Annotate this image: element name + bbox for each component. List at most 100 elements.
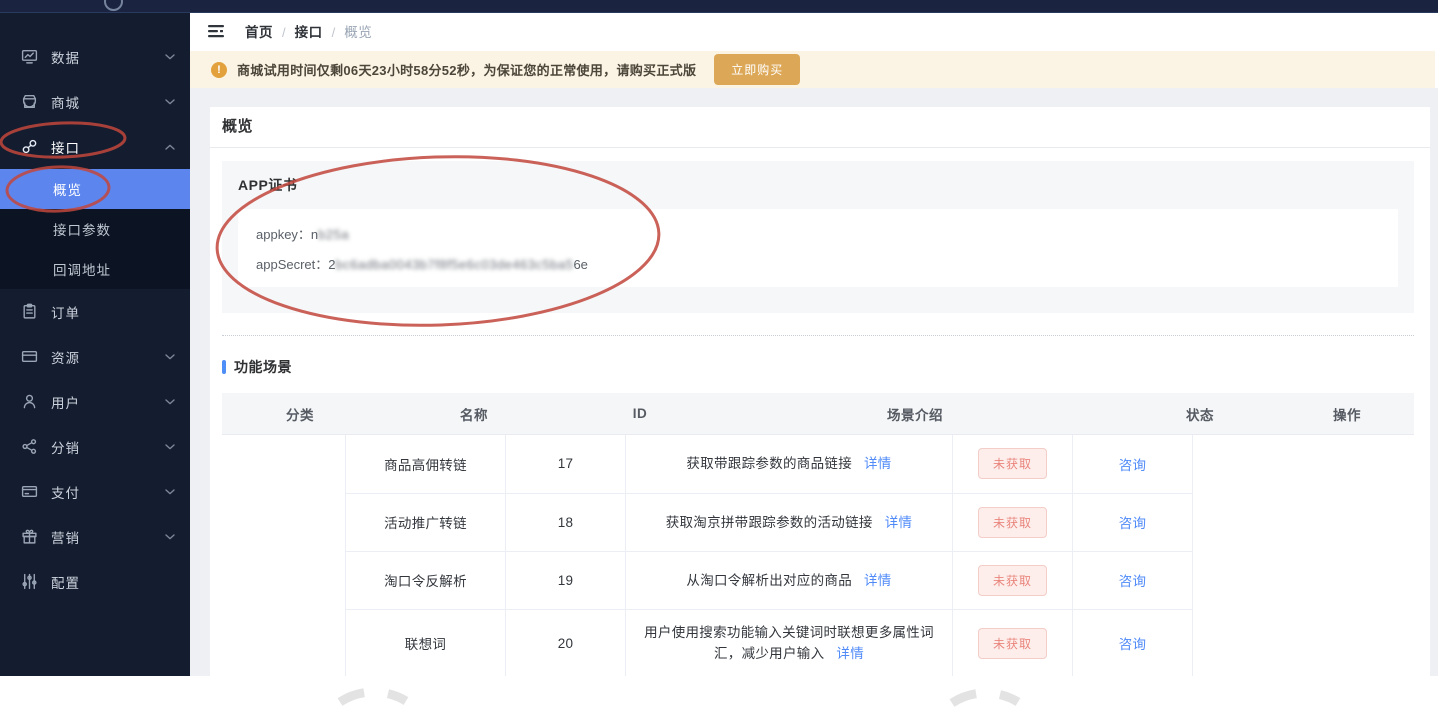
- creditcard-icon: [21, 483, 38, 500]
- chevron-down-icon: [165, 533, 175, 540]
- appsecret-value-masked: bc6adba0043b7f8f5e6c03de463c5ba5: [335, 257, 574, 272]
- scenes-table: 分类 名称 ID 场景介绍 状态 操作 商品高佣转链 17 获取带跟踪参数的商品链接 详情 …: [222, 393, 1414, 676]
- appsecret-prefix: 2: [328, 257, 336, 272]
- overview-card: 概览 APP证书 appkey：nb25a appSecret：2bc6adba…: [210, 107, 1430, 676]
- app-cert-box: appkey：nb25a appSecret：2bc6adba0043b7f8f…: [238, 209, 1398, 287]
- scene-table-row: 联想词 20 用户使用搜索功能输入关键词时联想更多属性词汇，减少用户输入 详情 未…: [345, 608, 1193, 676]
- sidebar-item[interactable]: 分销: [0, 424, 190, 469]
- sidebar-nav: 数据 商城 接口概览 接口参数 回调地址 订单 资源 用户 分销 支付 营销 配置: [0, 12, 190, 676]
- scene-status-cell: 未获取: [952, 550, 1073, 610]
- sidebar-collapse-icon[interactable]: [208, 24, 225, 38]
- chevron-down-icon: [165, 353, 175, 360]
- sidebar-item[interactable]: 订单: [0, 289, 190, 334]
- sidebar-subitem-active[interactable]: 概览: [0, 169, 190, 209]
- app-root: 数据 商城 接口 概览 接口参数 回调地址 订单 资源 用户 分销 支付 营销 配置: [0, 0, 1438, 720]
- detail-link[interactable]: 详情: [885, 515, 913, 530]
- scene-desc-text: 用户使用搜索功能输入关键词时联想更多属性词汇，减少用户输入: [644, 625, 934, 661]
- page-content: 概览 APP证书 appkey：nb25a appSecret：2bc6adba…: [190, 88, 1438, 676]
- sidebar-item[interactable]: 营销: [0, 514, 190, 559]
- sidebar-item-label: 分销: [51, 440, 80, 456]
- consult-link[interactable]: 咨询: [1119, 458, 1147, 473]
- scene-desc-text: 从淘口令解析出对应的商品: [686, 572, 852, 588]
- chevron-down-icon: [165, 443, 175, 450]
- scene-action-cell: 咨询: [1072, 608, 1193, 676]
- sidebar-item[interactable]: 支付: [0, 469, 190, 514]
- scene-action-cell: 咨询: [1072, 550, 1193, 610]
- column-header: 状态: [1186, 407, 1214, 423]
- detail-link[interactable]: 详情: [864, 456, 892, 471]
- scene-desc-cell: 用户使用搜索功能输入关键词时联想更多属性词汇，减少用户输入 详情: [625, 608, 953, 676]
- scene-table-row: 淘口令反解析 19 从淘口令解析出对应的商品 详情 未获取 咨询: [345, 550, 1193, 610]
- detail-link[interactable]: 详情: [836, 646, 864, 661]
- chevron-down-icon: [165, 488, 175, 495]
- scenes-table-header: 分类 名称 ID 场景介绍 状态 操作: [222, 393, 1414, 435]
- column-header: 操作: [1333, 407, 1361, 423]
- scenes-section-header: 功能场景: [222, 357, 1430, 377]
- consult-link[interactable]: 咨询: [1119, 574, 1147, 589]
- scene-name-cell: 活动推广转链: [345, 492, 506, 552]
- store-icon: [21, 93, 38, 110]
- status-badge: 未获取: [977, 448, 1047, 480]
- sidebar-subitem[interactable]: 回调地址: [0, 249, 190, 289]
- sidebar-item[interactable]: 接口: [0, 124, 190, 169]
- page-title: 概览: [210, 107, 1430, 148]
- scene-name-cell: 商品高佣转链: [345, 435, 506, 494]
- scene-status-cell: 未获取: [952, 608, 1073, 676]
- breadcrumb-bar: 首页 / 接口 / 概览: [190, 12, 1438, 50]
- clipboard-icon: [21, 303, 38, 320]
- scenes-inner-table: 商品高佣转链 17 获取带跟踪参数的商品链接 详情 未获取 咨询 活动推广转链 1…: [345, 435, 1193, 676]
- appkey-label: appkey：: [256, 227, 311, 242]
- section-accent-bar: [222, 360, 226, 374]
- chevron-down-icon: [165, 98, 175, 105]
- breadcrumb-separator: /: [282, 24, 286, 40]
- sidebar-item-label: 配置: [51, 575, 80, 591]
- sidebar-item-label: 营销: [51, 530, 80, 546]
- scene-action-cell: 咨询: [1072, 435, 1193, 494]
- breadcrumb: 首页 / 接口 / 概览: [245, 21, 372, 42]
- sidebar-item[interactable]: 配置: [0, 559, 190, 604]
- consult-link[interactable]: 咨询: [1119, 637, 1147, 652]
- breadcrumb-current: 概览: [344, 24, 373, 40]
- sidebar-item-label: 支付: [51, 485, 80, 501]
- scene-desc-text: 获取淘京拼带跟踪参数的活动链接: [665, 514, 873, 530]
- app-cert-title: APP证书: [238, 177, 298, 193]
- chevron-down-icon: [165, 53, 175, 60]
- breadcrumb-link[interactable]: 接口: [295, 25, 323, 40]
- main-area: 首页 / 接口 / 概览 ! 商城试用时间仅剩06天23小时58分52秒，为保证您的正常…: [190, 12, 1438, 720]
- chart-icon: [21, 48, 38, 65]
- appsecret-label: appSecret：: [256, 257, 329, 272]
- breadcrumb-separator: /: [331, 24, 336, 40]
- scene-id-cell: 17: [505, 435, 626, 494]
- sidebar-item-label: 订单: [51, 305, 80, 321]
- scene-name-cell: 淘口令反解析: [345, 550, 506, 610]
- status-badge: 未获取: [977, 627, 1047, 659]
- category-empty-cell: [222, 435, 345, 676]
- sidebar-item[interactable]: 资源: [0, 334, 190, 379]
- user-icon: [21, 393, 38, 410]
- scene-id-cell: 19: [505, 550, 626, 610]
- appkey-value-masked: b25a: [318, 227, 350, 242]
- share-icon: [21, 438, 38, 455]
- detail-link[interactable]: 详情: [864, 573, 892, 588]
- scene-desc-text: 获取带跟踪参数的商品链接: [686, 456, 852, 472]
- sidebar-item[interactable]: 商城: [0, 79, 190, 124]
- sidebar-item-label: 资源: [51, 350, 80, 366]
- scene-desc-cell: 从淘口令解析出对应的商品 详情: [625, 550, 953, 610]
- sidebar-item[interactable]: 数据: [0, 34, 190, 79]
- sidebar-subitem[interactable]: 接口参数: [0, 209, 190, 249]
- buy-now-button[interactable]: 立即购买: [714, 54, 801, 85]
- column-header: 分类: [286, 407, 314, 423]
- scene-desc-cell: 获取淘京拼带跟踪参数的活动链接 详情: [625, 492, 953, 552]
- appsecret-suffix: 6e: [573, 257, 588, 272]
- scene-desc-cell: 获取带跟踪参数的商品链接 详情: [625, 435, 953, 494]
- sliders-icon: [21, 573, 38, 590]
- consult-link[interactable]: 咨询: [1119, 516, 1147, 531]
- sidebar-item[interactable]: 用户: [0, 379, 190, 424]
- scene-table-row: 商品高佣转链 17 获取带跟踪参数的商品链接 详情 未获取 咨询: [345, 435, 1193, 494]
- breadcrumb-link[interactable]: 首页: [245, 25, 273, 40]
- scene-status-cell: 未获取: [952, 435, 1073, 494]
- status-badge: 未获取: [977, 564, 1047, 596]
- sidebar-item-label: 接口: [51, 140, 80, 156]
- app-cert-section: APP证书 appkey：nb25a appSecret：2bc6adba004…: [222, 161, 1414, 313]
- warning-icon: !: [211, 61, 227, 78]
